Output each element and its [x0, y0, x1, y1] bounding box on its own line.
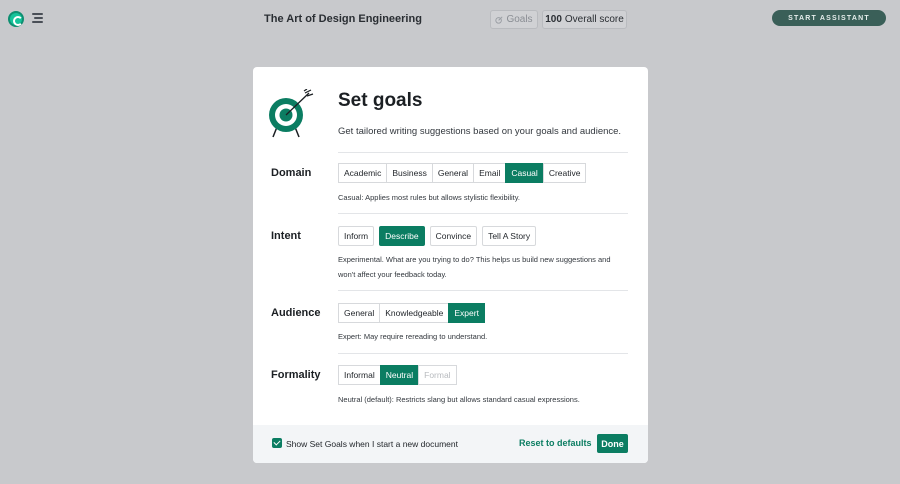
- domain-option-general[interactable]: General: [431, 163, 475, 183]
- divider: [338, 152, 628, 153]
- formality-label: Formality: [271, 369, 321, 381]
- domain-options: Academic Business General Email Casual C…: [338, 163, 587, 183]
- audience-description: Expert: May require rereading to underst…: [338, 332, 488, 341]
- formality-options: Informal Neutral Formal: [338, 365, 457, 385]
- intent-label: Intent: [271, 230, 301, 242]
- audience-option-knowledgeable[interactable]: Knowledgeable: [379, 303, 450, 323]
- intent-options: Inform Describe Convince Tell A Story: [338, 226, 537, 246]
- domain-option-business[interactable]: Business: [386, 163, 433, 183]
- set-goals-dialog: Set goals Get tailored writing suggestio…: [253, 67, 648, 463]
- audience-option-expert[interactable]: Expert: [448, 303, 485, 323]
- goals-target-icon: [495, 15, 503, 24]
- audience-label: Audience: [271, 307, 321, 319]
- intent-description: Experimental. What are you trying to do?…: [338, 255, 611, 279]
- overall-score-button[interactable]: 100 Overall score: [542, 10, 627, 29]
- target-arrow-icon: [269, 89, 314, 138]
- dialog-subtitle: Get tailored writing suggestions based o…: [338, 126, 622, 137]
- domain-description: Casual: Applies most rules but allows st…: [338, 193, 521, 202]
- formality-option-informal[interactable]: Informal: [338, 365, 381, 385]
- domain-option-email[interactable]: Email: [473, 163, 507, 183]
- start-assistant-button[interactable]: START ASSISTANT: [772, 10, 886, 26]
- goals-button[interactable]: Goals: [490, 10, 538, 29]
- formality-option-formal: Formal: [418, 365, 457, 385]
- dialog-title: Set goals: [338, 90, 423, 111]
- domain-option-creative[interactable]: Creative: [542, 163, 587, 183]
- intent-option-inform[interactable]: Inform: [338, 226, 375, 246]
- goals-label: Goals: [506, 14, 533, 25]
- audience-option-general[interactable]: General: [338, 303, 381, 323]
- domain-label: Domain: [271, 167, 312, 179]
- formality-description: Neutral (default): Restricts slang but a…: [338, 395, 580, 404]
- done-button[interactable]: Done: [597, 434, 628, 453]
- divider: [338, 290, 628, 291]
- reset-to-defaults-button[interactable]: Reset to defaults: [519, 438, 592, 448]
- intent-option-convince[interactable]: Convince: [429, 226, 478, 246]
- domain-option-casual[interactable]: Casual: [505, 163, 544, 183]
- intent-option-describe[interactable]: Describe: [379, 226, 425, 246]
- domain-option-academic[interactable]: Academic: [338, 163, 388, 183]
- show-set-goals-label[interactable]: Show Set Goals when I start a new docume…: [286, 439, 458, 449]
- divider: [338, 213, 628, 214]
- formality-option-neutral[interactable]: Neutral: [379, 365, 420, 385]
- show-set-goals-checkbox[interactable]: [272, 438, 282, 448]
- score-value: 100: [545, 14, 562, 25]
- top-bar: The Art of Design Engineering Goals 100 …: [0, 0, 900, 38]
- score-label: Overall score: [564, 14, 624, 25]
- divider: [338, 353, 628, 354]
- intent-option-tell-a-story[interactable]: Tell A Story: [482, 226, 537, 246]
- dialog-footer: Show Set Goals when I start a new docume…: [253, 425, 648, 463]
- audience-options: General Knowledgeable Expert: [338, 303, 485, 323]
